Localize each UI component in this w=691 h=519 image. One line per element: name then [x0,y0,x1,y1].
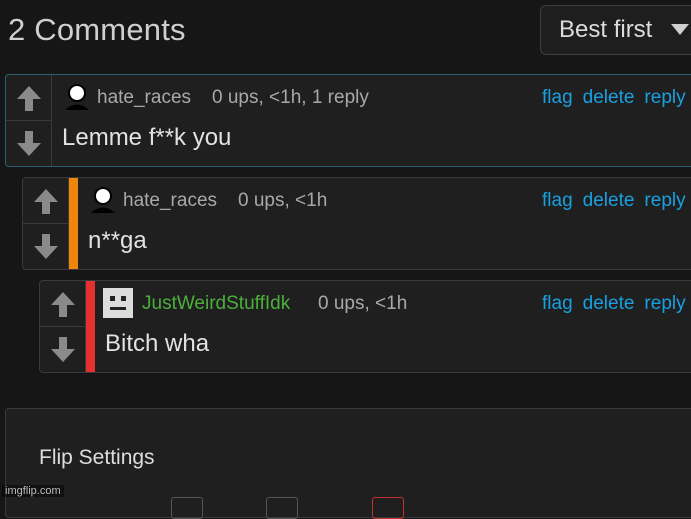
comment: hate_races 0 ups, <1h, 1 reply flag delet… [5,74,691,167]
comment-actions: flag delete reply [542,190,691,212]
user-avatar-icon[interactable] [64,83,90,111]
nesting-stripe [69,178,78,269]
arrow-down-icon [17,131,41,156]
reply-link[interactable]: reply [644,293,685,314]
settings-toggle[interactable] [266,497,298,519]
comment-actions: flag delete reply [542,293,691,315]
flag-link[interactable]: flag [542,190,573,211]
user-avatar-icon[interactable] [90,186,116,214]
comments-count-title: 2 Comments [8,12,186,47]
flip-settings-title: Flip Settings [39,446,155,469]
arrow-up-icon [51,292,75,317]
comment-meta: 0 ups, <1h [318,293,408,314]
username-link[interactable]: hate_races [123,190,217,212]
username-link[interactable]: hate_races [97,87,191,109]
chevron-down-icon [671,24,689,35]
vote-box [40,281,86,372]
comment: JustWeirdStuffIdk 0 ups, <1h flag delete r… [39,280,691,373]
reply-link[interactable]: reply [644,87,685,108]
reply-link[interactable]: reply [644,190,685,211]
flip-settings-panel: Flip Settings [5,408,691,519]
vote-box [6,75,52,166]
comment-body: n**ga [88,227,147,254]
settings-toggle[interactable] [171,497,203,519]
comment-actions: flag delete reply [542,87,691,109]
downvote-button[interactable] [6,121,51,166]
downvote-button[interactable] [23,224,68,269]
imgflip-watermark: imgflip.com [2,485,64,497]
sort-select-value: Best first [559,16,653,43]
vote-box [23,178,69,269]
delete-link[interactable]: delete [583,87,635,108]
comment-meta: 0 ups, <1h [238,190,328,211]
flag-link[interactable]: flag [542,87,573,108]
comment: hate_races 0 ups, <1h flag delete reply n*… [22,177,691,270]
delete-link[interactable]: delete [583,190,635,211]
sort-select[interactable]: Best first [540,5,691,55]
comment-body: Bitch wha [105,330,210,357]
upvote-button[interactable] [6,75,51,121]
settings-toggle[interactable] [372,497,404,519]
delete-link[interactable]: delete [583,293,635,314]
arrow-down-icon [34,234,58,259]
downvote-button[interactable] [40,327,85,372]
arrow-up-icon [34,189,58,214]
upvote-button[interactable] [40,281,85,327]
arrow-down-icon [51,337,75,362]
arrow-up-icon [17,86,41,111]
upvote-button[interactable] [23,178,68,224]
comment-meta: 0 ups, <1h, 1 reply [212,87,369,108]
username-link[interactable]: JustWeirdStuffIdk [142,293,290,315]
flag-link[interactable]: flag [542,293,573,314]
nesting-stripe [86,281,95,372]
robot-avatar-icon[interactable] [102,287,134,319]
comment-body: Lemme f**k you [62,124,232,151]
